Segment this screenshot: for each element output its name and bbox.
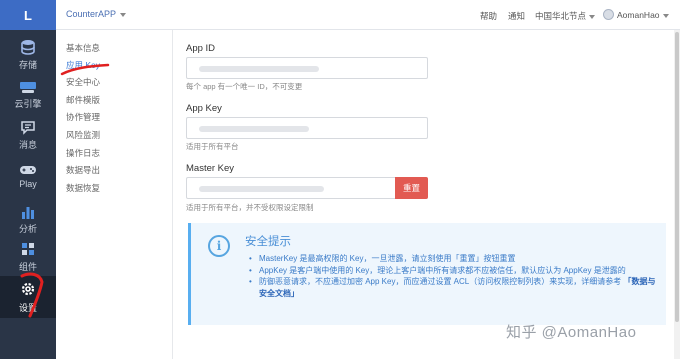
master-key-label: Master Key <box>186 163 235 174</box>
subnav-item-collaboration[interactable]: 协作管理 <box>66 111 100 123</box>
scrollbar-thumb[interactable] <box>675 32 679 322</box>
redacted-value <box>199 126 309 132</box>
region-label: 中国华北节点 <box>535 11 587 21</box>
subnav-item-risk-monitoring[interactable]: 风险监测 <box>66 129 100 141</box>
scrollbar[interactable] <box>674 30 680 359</box>
database-icon <box>21 40 35 55</box>
notice-item: MasterKey 是最高权限的 Key，一旦泄露，请立刻使用「重置」按钮重置 <box>249 253 659 265</box>
redacted-value <box>199 66 319 72</box>
rail-label: 消息 <box>18 139 37 150</box>
settings-subnav: 基本信息 应用 Key 安全中心 邮件模版 协作管理 风险监测 操作日志 数据导… <box>56 30 173 359</box>
app-key-label: App Key <box>186 103 222 114</box>
subnav-item-email-templates[interactable]: 邮件模版 <box>66 94 100 106</box>
red-annotation-mark <box>20 272 44 318</box>
master-key-hint: 适用于所有平台，并不受权限设定限制 <box>186 203 314 212</box>
chevron-down-icon <box>120 12 127 17</box>
app-key-hint: 适用于所有平台 <box>186 142 239 151</box>
rail-label: Play <box>19 179 37 189</box>
subnav-item-data-export[interactable]: 数据导出 <box>66 164 100 176</box>
message-icon <box>21 120 35 135</box>
component-icon <box>22 243 34 255</box>
security-notice: i 安全提示 MasterKey 是最高权限的 Key，一旦泄露，请立刻使用「重… <box>188 223 666 325</box>
master-key-field[interactable] <box>186 177 396 199</box>
region-selector[interactable]: 中国华北节点 <box>535 10 596 22</box>
app-name: CounterAPP <box>66 9 117 19</box>
gamepad-icon <box>20 166 36 174</box>
app-switcher[interactable]: CounterAPP <box>66 9 127 19</box>
avatar[interactable] <box>603 9 614 20</box>
notice-item: 防御恶意请求，不应通过加密 App Key，而应通过设置 ACL（访问权限控制列… <box>249 276 659 299</box>
rail-item-play[interactable]: Play <box>0 155 56 197</box>
chevron-down-icon <box>662 13 669 18</box>
notice-title: 安全提示 <box>245 236 291 248</box>
rail-label: 云引擎 <box>14 99 42 109</box>
subnav-item-data-restore[interactable]: 数据恢复 <box>66 182 100 194</box>
watermark: 知乎 @AomanHao <box>506 324 637 341</box>
rail-item-cloud-engine[interactable]: 云引擎 <box>0 74 56 116</box>
red-underline-mark <box>60 63 110 76</box>
chevron-down-icon <box>589 14 596 19</box>
info-icon: i <box>208 235 230 257</box>
user-name: AomanHao <box>617 10 660 20</box>
app-sidebar: L 存储 云引擎 消息 Play 分析 组件 设置 <box>0 0 56 359</box>
bar-chart-icon <box>22 206 34 219</box>
app-id-hint: 每个 app 有一个唯一 ID，不可变更 <box>186 82 303 91</box>
notice-item: AppKey 是客户端中使用的 Key，理论上客户端中所有请求都不应被信任，默认… <box>249 265 659 277</box>
rail-item-messages[interactable]: 消息 <box>0 114 56 156</box>
logo[interactable]: L <box>0 0 56 30</box>
notice-item-text: 防御恶意请求，不应通过加密 App Key，而应通过设置 ACL（访问权限控制列… <box>259 277 622 286</box>
subnav-item-operation-logs[interactable]: 操作日志 <box>66 147 100 159</box>
user-menu[interactable]: AomanHao <box>617 10 669 20</box>
rail-label: 分析 <box>18 223 37 234</box>
app-id-field[interactable] <box>186 57 428 79</box>
app-key-field[interactable] <box>186 117 428 139</box>
rail-item-storage[interactable]: 存储 <box>0 34 56 76</box>
cloud-engine-icon <box>20 82 36 93</box>
rail-label: 存储 <box>18 60 37 70</box>
top-bar: CounterAPP 帮助 通知 中国华北节点 AomanHao <box>56 0 680 30</box>
notifications-link[interactable]: 通知 <box>508 10 525 22</box>
redacted-value <box>199 186 324 192</box>
reset-master-key-button[interactable]: 重置 <box>395 177 428 199</box>
rail-item-analytics[interactable]: 分析 <box>0 198 56 240</box>
notice-list: MasterKey 是最高权限的 Key，一旦泄露，请立刻使用「重置」按钮重置 … <box>249 253 659 299</box>
help-link[interactable]: 帮助 <box>480 10 497 22</box>
subnav-item-basic-info[interactable]: 基本信息 <box>66 42 100 54</box>
app-id-label: App ID <box>186 43 216 54</box>
